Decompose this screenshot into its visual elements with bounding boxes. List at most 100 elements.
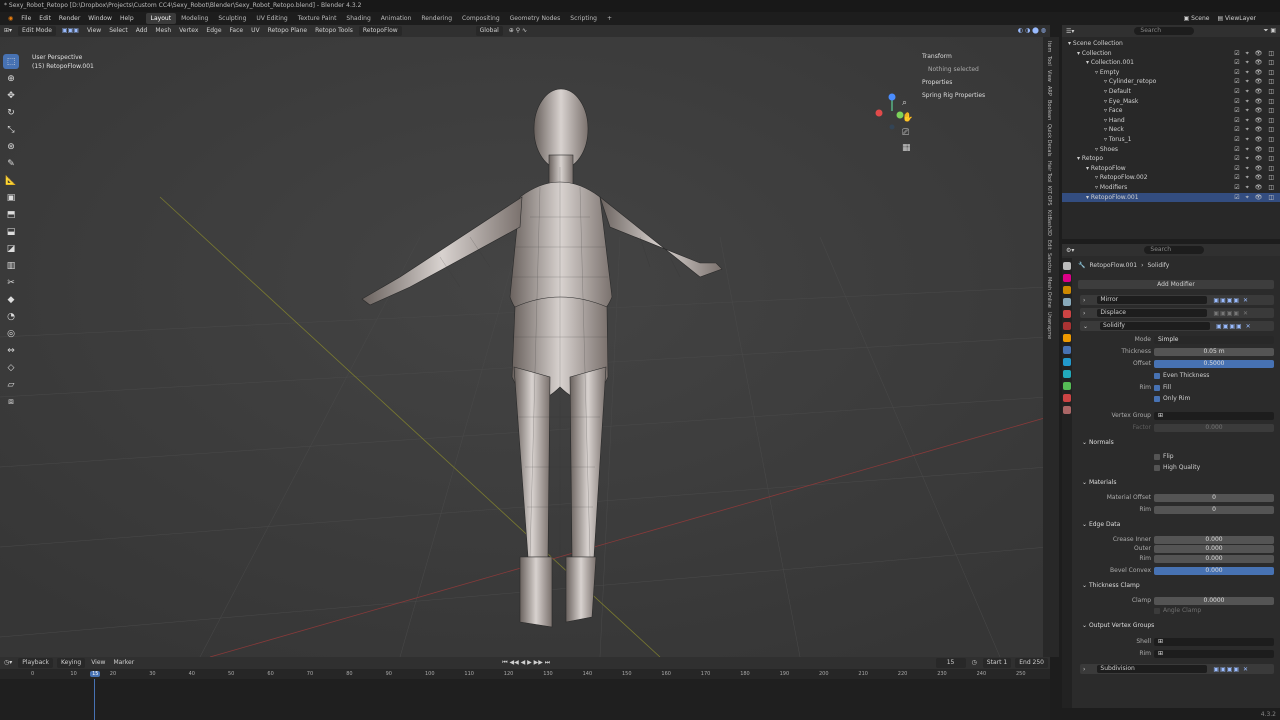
select-box-icon[interactable]: ⬚	[3, 54, 19, 69]
visibility-icons[interactable]: ☑ ⌖ 👁 ◫	[1234, 116, 1276, 126]
menu-help[interactable]: Help	[116, 12, 138, 25]
sidebar-tab-boolean[interactable]: Boolean	[1046, 100, 1052, 120]
material-rim-field[interactable]: 0	[1154, 505, 1274, 514]
modifier-tab-icon[interactable]	[1063, 346, 1071, 354]
inset-icon[interactable]: ⬓	[3, 224, 19, 239]
playhead[interactable]	[94, 679, 95, 720]
poly-build-icon[interactable]: ◆	[3, 292, 19, 307]
texture-tab-icon[interactable]	[1063, 406, 1071, 414]
visibility-icons[interactable]: ☑ ⌖ 👁 ◫	[1234, 145, 1276, 155]
blender-logo-icon[interactable]: ◉	[4, 12, 17, 25]
rip-icon[interactable]: ⧈	[3, 394, 19, 409]
sidebar-tab-kitops[interactable]: KIT OPS	[1046, 186, 1052, 206]
visibility-icons[interactable]: ☑ ⌖ 👁 ◫	[1234, 135, 1276, 145]
thickness-field[interactable]: 0.05 m	[1154, 347, 1274, 356]
visibility-icons[interactable]: ☑ ⌖ 👁 ◫	[1234, 58, 1276, 68]
header-retopo-plane[interactable]: Retopo Plane	[264, 25, 311, 37]
properties-panel-header[interactable]: Properties	[922, 76, 1042, 89]
camera-icon[interactable]: ⎚	[902, 128, 910, 138]
material-offset-field[interactable]: 0	[1154, 493, 1274, 502]
modifier-mirror-name[interactable]: Mirror	[1097, 296, 1208, 304]
flip-checkbox[interactable]	[1154, 453, 1160, 460]
vertex-group-field[interactable]: ⊞	[1154, 411, 1274, 420]
transform-panel-header[interactable]: Transform	[922, 50, 1042, 63]
measure-icon[interactable]: 📐	[3, 173, 19, 188]
output-vg-panel-header[interactable]: ⌄ Output Vertex Groups	[1082, 622, 1154, 629]
header-vertex[interactable]: Vertex	[175, 25, 202, 37]
menu-edit[interactable]: Edit	[35, 12, 55, 25]
filter-icon[interactable]: ⏷ ▣	[1264, 27, 1276, 35]
grid-icon[interactable]: ▦	[902, 143, 911, 153]
timeline-type-icon[interactable]: ◷▾	[0, 657, 16, 669]
visibility-icons[interactable]: ☑ ⌖ 👁 ◫	[1234, 173, 1276, 183]
clamp-field[interactable]: 0.0000	[1154, 596, 1274, 605]
retopoflow-dropdown[interactable]: RetopoFlow	[358, 26, 402, 36]
editor-type-icon[interactable]: ⊞▾	[0, 25, 16, 37]
visibility-icons[interactable]: ☑ ⌖ 👁 ◫	[1234, 68, 1276, 78]
expand-icon[interactable]: ›	[1083, 310, 1085, 317]
frame-ruler[interactable]: 0 10 15 20 30 40 50 60 70 80 90 100 110 120 130 140 150 1…	[0, 669, 1050, 679]
rotate-icon[interactable]: ↻	[3, 105, 19, 120]
visibility-icons[interactable]: ☑ ⌖ 👁 ◫	[1234, 154, 1276, 164]
zoom-icon[interactable]: ⌕	[902, 98, 907, 108]
sidebar-tab-item[interactable]: Item	[1046, 41, 1052, 52]
spring-rig-panel-header[interactable]: Spring Rig Properties	[922, 89, 1042, 102]
3d-viewport[interactable]: ⌕ ✋ ⎚ ▦ User Perspective (15) RetopoFlow…	[0, 37, 1048, 657]
visibility-icons[interactable]: ☑ ⌖ 👁 ◫	[1234, 125, 1276, 135]
outliner-row[interactable]: ▾ Collection.001 ☑ ⌖ 👁 ◫	[1062, 58, 1280, 68]
mode-dropdown[interactable]: Simple	[1154, 335, 1274, 344]
fill-checkbox[interactable]	[1154, 384, 1160, 391]
normals-panel-header[interactable]: ⌄ Normals	[1082, 439, 1114, 446]
sidebar-tab-hair[interactable]: Hair Tool	[1046, 161, 1052, 183]
tab-shading[interactable]: Shading	[341, 13, 375, 24]
view-layer-tab-icon[interactable]	[1063, 298, 1071, 306]
add-workspace-icon[interactable]: +	[602, 13, 617, 24]
outliner-type-icon[interactable]: ☰▾	[1066, 28, 1074, 35]
modifier-solidify[interactable]: ⌄ Solidify ▣▣▣▣ ✕	[1080, 321, 1274, 331]
header-face[interactable]: Face	[226, 25, 248, 37]
tab-rendering[interactable]: Rendering	[416, 13, 457, 24]
tab-modeling[interactable]: Modeling	[176, 13, 213, 24]
tool-tab-icon[interactable]	[1063, 262, 1071, 270]
outliner-row[interactable]: ▿ Torus_1 ☑ ⌖ 👁 ◫	[1062, 135, 1280, 145]
timeline-area[interactable]: 0 10 15 20 30 40 50 60 70 80 90 100 110 120 130 140 150 1…	[0, 669, 1050, 720]
output-tab-icon[interactable]	[1063, 286, 1071, 294]
factor-field[interactable]: 0.000	[1154, 423, 1274, 432]
gizmo-neg-z[interactable]	[889, 124, 895, 130]
sidebar-tab-sanctus[interactable]: Sanctus	[1046, 253, 1052, 273]
scene-selector[interactable]: ▣ Scene	[1180, 12, 1214, 25]
outliner-row[interactable]: ▿ Cylinder_retopo ☑ ⌖ 👁 ◫	[1062, 77, 1280, 87]
outliner-row[interactable]: ▾ Scene Collection	[1062, 39, 1280, 49]
sidebar-tab-edit[interactable]: Edit	[1046, 240, 1052, 250]
timeline-marker[interactable]: Marker	[109, 657, 138, 669]
modifier-mirror[interactable]: › Mirror ▣▣▣▣ ✕	[1080, 295, 1274, 305]
outliner-row[interactable]: ▾ RetopoFlow.001 ☑ ⌖ 👁 ◫	[1062, 192, 1280, 203]
visibility-icons[interactable]: ☑ ⌖ 👁 ◫	[1234, 164, 1276, 174]
outliner-search-input[interactable]: Search	[1134, 27, 1195, 35]
annotate-icon[interactable]: ✎	[3, 156, 19, 171]
visibility-icons[interactable]: ☑ ⌖ 👁 ◫	[1234, 77, 1276, 87]
select-mode-icons[interactable]: ▣▣▣	[58, 25, 83, 37]
collapse-icon[interactable]: ⌄	[1083, 323, 1088, 330]
cursor-icon[interactable]: ⊕	[3, 71, 19, 86]
shear-icon[interactable]: ▱	[3, 377, 19, 392]
tab-sculpting[interactable]: Sculpting	[213, 13, 251, 24]
viewlayer-selector[interactable]: ▤ ViewLayer	[1213, 12, 1260, 25]
crease-inner-field[interactable]: 0.000	[1154, 535, 1274, 544]
mode-dropdown[interactable]: Edit Mode	[18, 26, 56, 36]
modifier-displace-name[interactable]: Displace	[1097, 309, 1208, 317]
bevel-icon[interactable]: ◪	[3, 241, 19, 256]
scene-tab-icon[interactable]	[1063, 310, 1071, 318]
edge-slide-icon[interactable]: ⇔	[3, 343, 19, 358]
sidebar-tab-arp[interactable]: ARP	[1046, 86, 1052, 96]
header-edge[interactable]: Edge	[202, 25, 225, 37]
header-view[interactable]: View	[83, 25, 105, 37]
props-search-input[interactable]: Search	[1144, 246, 1205, 254]
smooth-icon[interactable]: ◎	[3, 326, 19, 341]
particles-tab-icon[interactable]	[1063, 358, 1071, 366]
physics-tab-icon[interactable]	[1063, 370, 1071, 378]
material-tab-icon[interactable]	[1063, 394, 1071, 402]
knife-icon[interactable]: ✂	[3, 275, 19, 290]
header-uv[interactable]: UV	[247, 25, 264, 37]
data-tab-icon[interactable]	[1063, 382, 1071, 390]
